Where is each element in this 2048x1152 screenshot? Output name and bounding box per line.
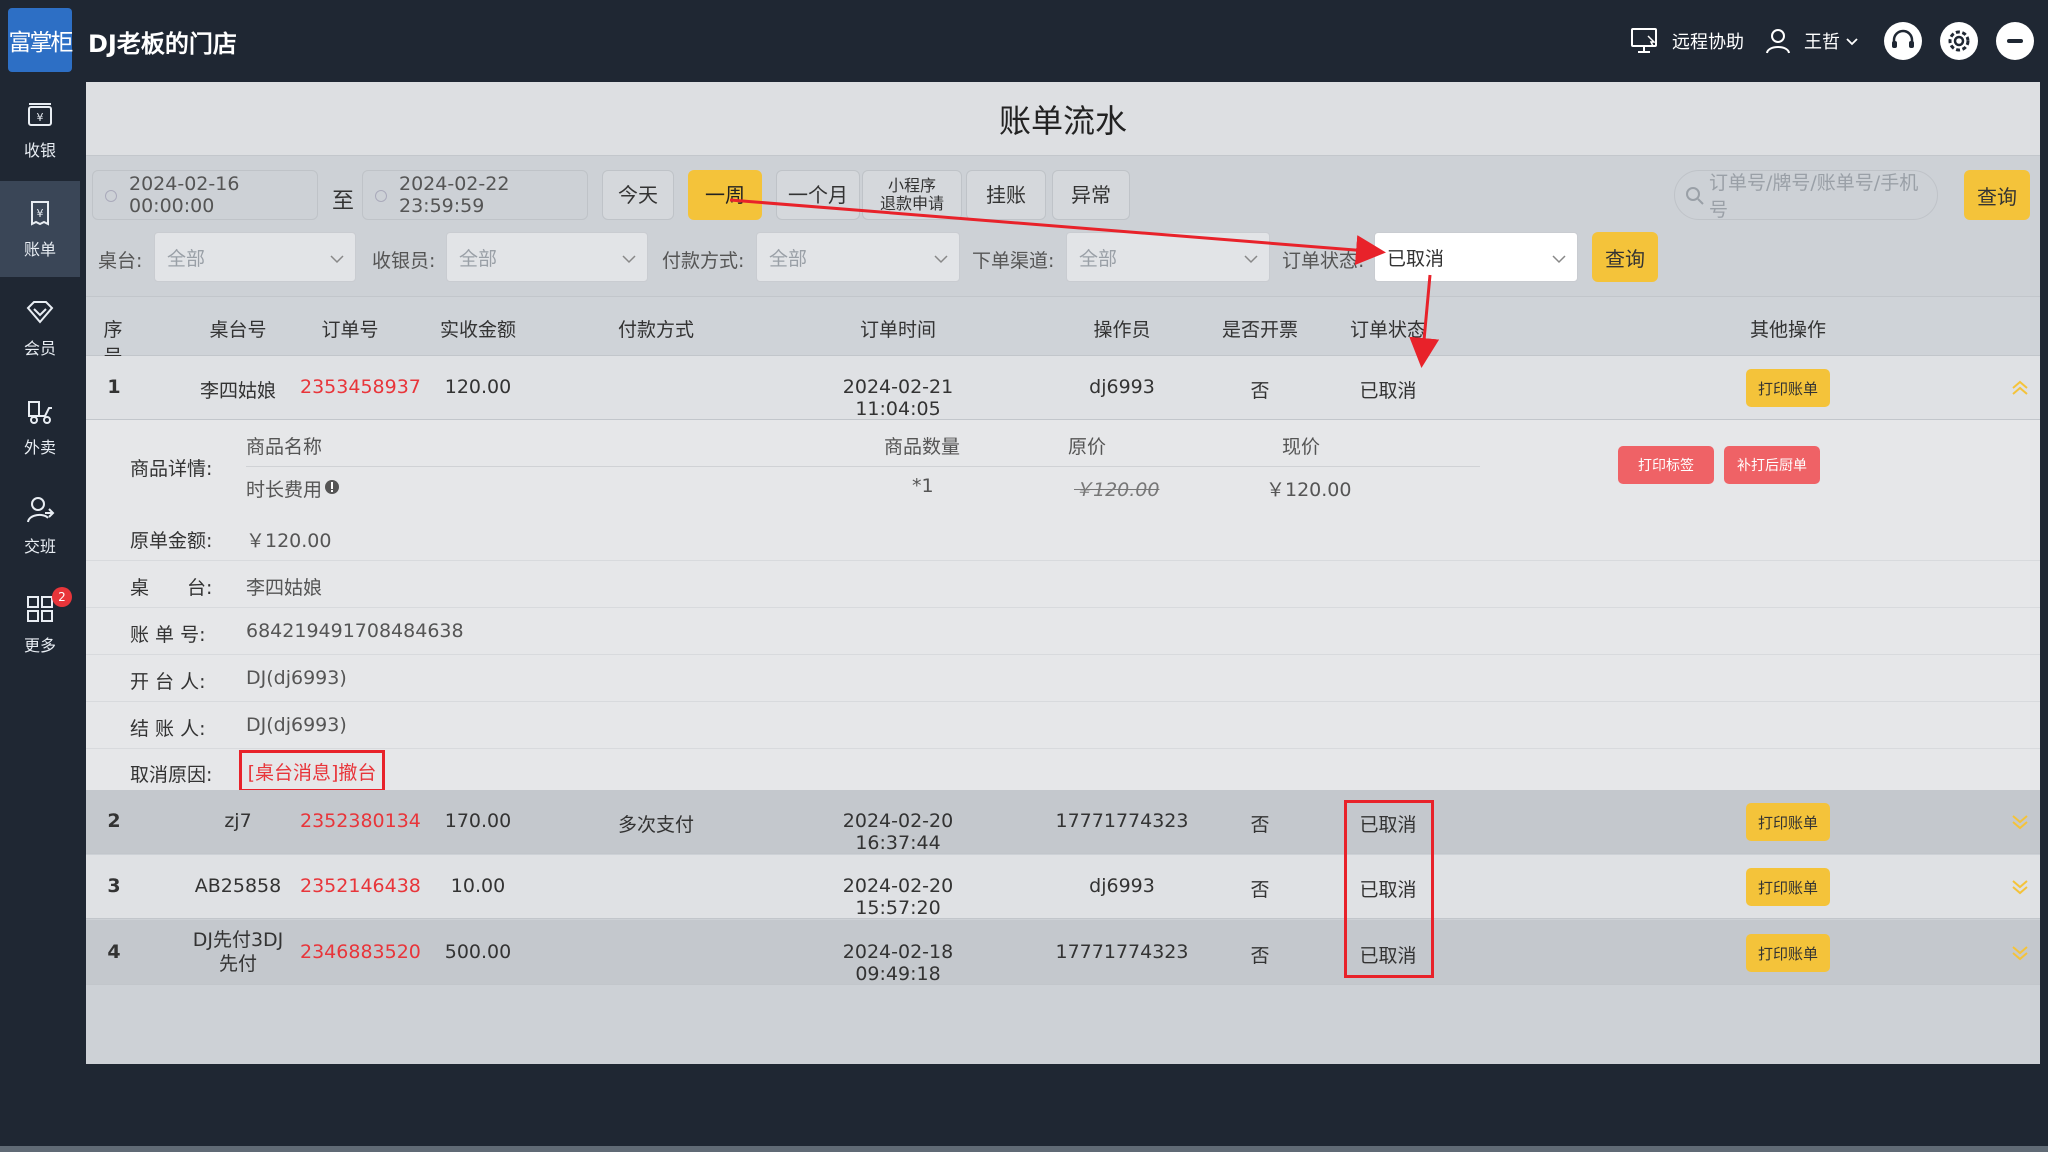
annotation-arrows [729,198,1440,368]
arrow-to-status-column [1409,274,1440,368]
bottom-bar [0,1146,2048,1152]
arrow-to-status-filter [729,198,1386,266]
